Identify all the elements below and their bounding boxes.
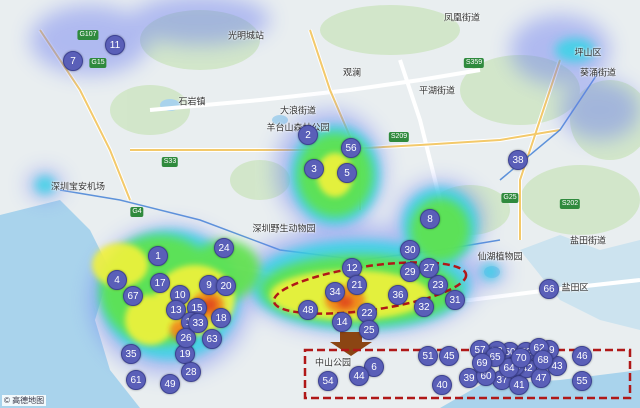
cluster-marker[interactable]: 63 xyxy=(202,329,222,349)
place-label: 盐田区 xyxy=(561,282,589,293)
cluster-marker[interactable]: 20 xyxy=(216,276,236,296)
place-label: 葵涌街道 xyxy=(579,67,617,78)
cluster-marker[interactable]: 5 xyxy=(337,163,357,183)
cluster-marker[interactable]: 68 xyxy=(533,350,553,370)
cluster-marker[interactable]: 45 xyxy=(439,346,459,366)
cluster-marker[interactable]: 35 xyxy=(121,344,141,364)
road-shield: S209 xyxy=(388,132,410,142)
road-shield: S33 xyxy=(161,157,179,167)
cluster-marker[interactable]: 28 xyxy=(181,362,201,382)
place-label: 中山公园 xyxy=(314,357,352,368)
cluster-marker[interactable]: 49 xyxy=(160,374,180,394)
heatmap-map[interactable]: 光明城站 凤凰街道 石岩镇 大浪街道 观澜 平湖街道 深圳宝安机场 深圳野生动物… xyxy=(0,0,640,408)
cluster-marker[interactable]: 32 xyxy=(414,297,434,317)
place-label: 光明城站 xyxy=(227,30,265,41)
cluster-marker[interactable]: 7 xyxy=(63,51,83,71)
place-label: 平湖街道 xyxy=(418,85,456,96)
place-label: 凤凰街道 xyxy=(443,12,481,23)
road-shield: S202 xyxy=(559,199,581,209)
cluster-marker[interactable]: 1 xyxy=(148,246,168,266)
place-label: 观澜 xyxy=(342,67,362,78)
place-label: 大浪街道 xyxy=(279,105,317,116)
cluster-marker[interactable]: 51 xyxy=(418,346,438,366)
cluster-marker[interactable]: 66 xyxy=(539,279,559,299)
cluster-marker[interactable]: 34 xyxy=(325,282,345,302)
cluster-marker[interactable]: 14 xyxy=(332,312,352,332)
place-label: 深圳野生动物园 xyxy=(252,223,316,234)
cluster-marker[interactable]: 29 xyxy=(400,262,420,282)
cluster-marker[interactable]: 47 xyxy=(531,368,551,388)
cluster-marker[interactable]: 8 xyxy=(420,209,440,229)
cluster-marker[interactable]: 18 xyxy=(211,308,231,328)
map-attribution: © 高德地图 xyxy=(2,395,47,406)
cluster-marker[interactable]: 48 xyxy=(298,300,318,320)
cluster-marker[interactable]: 4 xyxy=(107,270,127,290)
place-label: 盐田街道 xyxy=(569,235,607,246)
cluster-marker[interactable]: 61 xyxy=(126,370,146,390)
road-shield: G107 xyxy=(77,30,99,40)
cluster-marker[interactable]: 56 xyxy=(341,138,361,158)
road-shield: G4 xyxy=(130,207,144,217)
cluster-marker[interactable]: 67 xyxy=(123,286,143,306)
cluster-marker[interactable]: 54 xyxy=(318,371,338,391)
place-label: 石岩镇 xyxy=(178,96,206,107)
cluster-marker[interactable]: 3 xyxy=(304,159,324,179)
road-shield: G25 xyxy=(501,193,519,203)
cluster-marker[interactable]: 55 xyxy=(572,371,592,391)
place-label: 深圳宝安机场 xyxy=(50,181,106,192)
cluster-marker[interactable]: 21 xyxy=(347,275,367,295)
cluster-marker[interactable]: 31 xyxy=(445,290,465,310)
cluster-marker[interactable]: 38 xyxy=(508,150,528,170)
cluster-marker[interactable]: 27 xyxy=(419,258,439,278)
road-shield: S359 xyxy=(463,58,485,68)
cluster-marker[interactable]: 11 xyxy=(105,35,125,55)
cluster-marker[interactable]: 30 xyxy=(400,240,420,260)
road-shield: G15 xyxy=(89,58,107,68)
cluster-marker[interactable]: 70 xyxy=(511,348,531,368)
cluster-marker[interactable]: 36 xyxy=(388,285,408,305)
cluster-marker[interactable]: 69 xyxy=(472,353,492,373)
cluster-marker[interactable]: 24 xyxy=(214,238,234,258)
cluster-marker[interactable]: 44 xyxy=(349,366,369,386)
place-label: 仙湖植物园 xyxy=(477,251,523,262)
cluster-marker[interactable]: 46 xyxy=(572,346,592,366)
place-label: 坪山区 xyxy=(574,47,602,58)
cluster-marker[interactable]: 25 xyxy=(359,320,379,340)
cluster-marker[interactable]: 17 xyxy=(150,273,170,293)
cluster-marker[interactable]: 40 xyxy=(432,375,452,395)
cluster-marker[interactable]: 2 xyxy=(298,125,318,145)
